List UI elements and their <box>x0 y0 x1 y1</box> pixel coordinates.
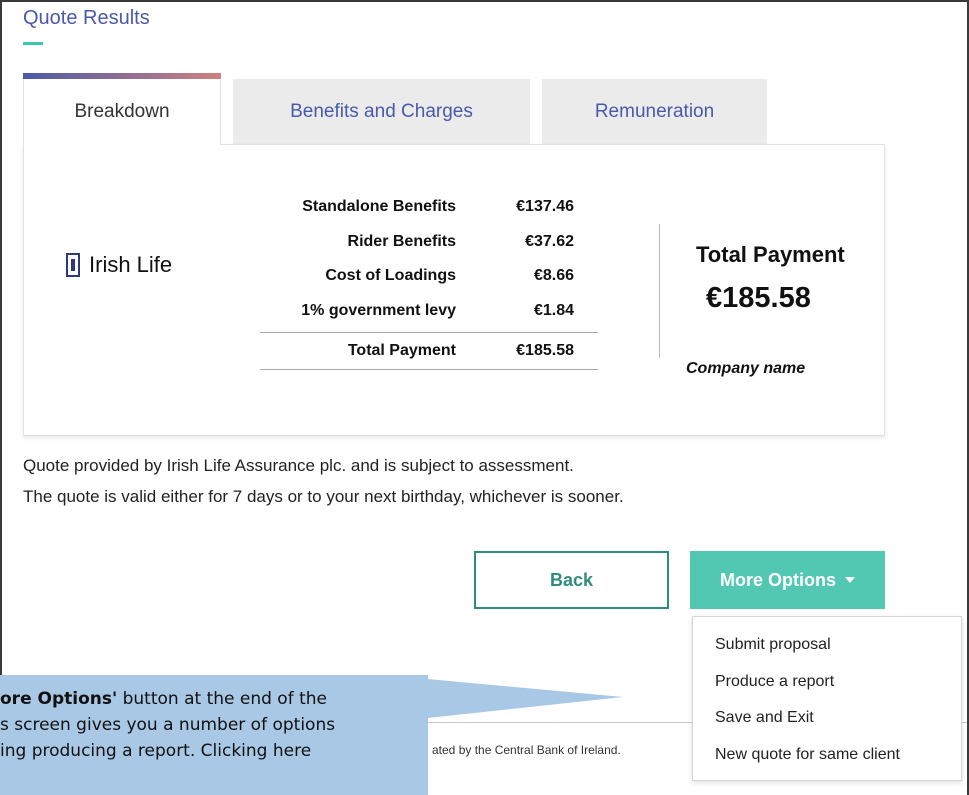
more-options-button[interactable]: More Options <box>690 551 885 609</box>
tab-remuneration-label: Remuneration <box>594 101 715 122</box>
breakdown-total-label: Total Payment <box>347 342 456 359</box>
tab-benefits-and-charges[interactable]: Benefits and Charges <box>233 79 530 145</box>
breakdown-row: Standalone Benefits €137.46 <box>260 190 598 225</box>
breakdown-table: Standalone Benefits €137.46 Rider Benefi… <box>260 190 598 370</box>
provider-logo-text: Irish Life <box>89 252 173 277</box>
irish-life-logo-icon <box>66 253 80 277</box>
callout-line: ore Options' button at the end of the <box>0 686 428 712</box>
menu-item-produce-report[interactable]: Produce a report <box>693 664 961 701</box>
callout-text: ore Options' button at the end of the s … <box>0 686 428 764</box>
more-options-menu: Submit proposal Produce a report Save an… <box>692 616 962 781</box>
tab-remuneration[interactable]: Remuneration <box>542 79 767 145</box>
breakdown-value: €1.84 <box>533 301 574 319</box>
tab-benefits-label: Benefits and Charges <box>290 101 473 122</box>
callout-line: s screen gives you a number of options <box>0 715 336 735</box>
regulation-notice: ated by the Central Bank of Ireland. <box>432 743 621 757</box>
callout-line: ing producing a report. Clicking here <box>0 741 312 761</box>
breakdown-value: €137.46 <box>516 198 574 216</box>
breakdown-label: Rider Benefits <box>347 232 456 250</box>
more-options-label: More Options <box>720 569 836 590</box>
page-title: Quote Results <box>23 7 150 29</box>
callout-line-rest: button at the end of the <box>117 689 327 709</box>
total-payment-amount: €185.58 <box>706 282 811 314</box>
breakdown-row: Rider Benefits €37.62 <box>260 225 598 260</box>
total-payment-label: Total Payment <box>696 242 845 267</box>
title-underline <box>23 42 43 45</box>
breakdown-label: Cost of Loadings <box>325 267 456 285</box>
breakdown-label: 1% government levy <box>301 301 456 319</box>
back-button-label: Back <box>549 569 594 590</box>
breakdown-value: €37.62 <box>525 232 574 250</box>
company-name-label: Company name <box>686 360 806 377</box>
breakdown-total-value: €185.58 <box>516 342 574 359</box>
back-button[interactable]: Back <box>474 551 669 609</box>
menu-item-save-and-exit[interactable]: Save and Exit <box>693 700 961 737</box>
breakdown-row: 1% government levy €1.84 <box>260 294 598 329</box>
breakdown-value: €8.66 <box>533 267 574 285</box>
quote-note: Quote provided by Irish Life Assurance p… <box>23 456 574 475</box>
breakdown-row: Cost of Loadings €8.66 <box>260 259 598 294</box>
provider-logo: Irish Life <box>66 252 172 278</box>
menu-item-new-quote[interactable]: New quote for same client <box>693 737 961 774</box>
tab-breakdown-label: Breakdown <box>74 101 170 122</box>
footer-divider <box>962 722 967 723</box>
tab-breakdown[interactable]: Breakdown <box>23 79 221 145</box>
breakdown-total-row: Total Payment €185.58 <box>260 332 598 370</box>
menu-item-submit-proposal[interactable]: Submit proposal <box>693 627 961 664</box>
breakdown-label: Standalone Benefits <box>302 198 456 216</box>
quote-note: The quote is valid either for 7 days or … <box>23 487 624 506</box>
callout-bold: ore Options' <box>0 689 118 709</box>
summary-divider <box>659 224 660 358</box>
chevron-down-icon <box>845 577 855 583</box>
